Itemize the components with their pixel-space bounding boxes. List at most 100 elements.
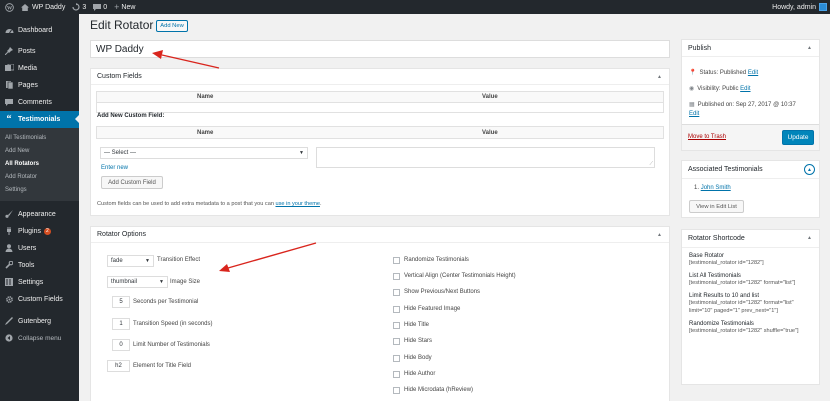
transition-speed-input[interactable]: 1 <box>112 318 130 330</box>
title-element-label: Element for Title Field <box>133 363 192 369</box>
edit-date-link[interactable]: Edit <box>689 111 699 117</box>
hide-featured-image-label: Hide Featured Image <box>404 306 461 312</box>
edit-status-link[interactable]: Edit <box>748 70 758 76</box>
sidebar-item-custom-fields[interactable]: Custom Fields <box>0 291 79 307</box>
shortcode-block: Limit Results to 10 and list [testimonia… <box>689 293 794 314</box>
hide-featured-image-checkbox[interactable] <box>393 306 400 313</box>
plugins-update-badge: 2 <box>43 227 51 235</box>
shortcode-header[interactable]: Rotator Shortcode ▲ <box>682 230 819 248</box>
resize-handle-icon: ⟋ <box>649 161 653 167</box>
comment-icon <box>0 98 18 106</box>
admin-sidebar: Dashboard Posts Media Pages Comments “ T… <box>0 14 79 401</box>
submenu-add-rotator[interactable]: Add Rotator <box>0 170 79 183</box>
hide-microdata-label: Hide Microdata (hReview) <box>404 387 474 393</box>
brush-icon <box>0 210 18 218</box>
show-prev-next-checkbox[interactable] <box>393 289 400 296</box>
toggle-circle-icon[interactable]: ▲ <box>804 164 815 175</box>
pin-icon: 📍 <box>689 70 697 76</box>
add-new-button[interactable]: Add New <box>156 20 188 32</box>
avatar <box>819 3 827 11</box>
enter-new-link[interactable]: Enter new <box>101 165 128 171</box>
submenu-add-new[interactable]: Add New <box>0 144 79 157</box>
comments-link[interactable]: 0 <box>93 3 107 11</box>
vertical-align-checkbox[interactable] <box>393 273 400 280</box>
wordpress-logo-icon[interactable]: W <box>5 2 14 12</box>
hide-microdata-checkbox[interactable] <box>393 387 400 394</box>
sidebar-item-posts[interactable]: Posts <box>0 43 79 59</box>
updates-link[interactable]: 3 <box>72 3 86 11</box>
collapse-caret-icon[interactable]: ▲ <box>807 45 812 51</box>
transition-speed-label: Transition Speed (in seconds) <box>133 321 213 327</box>
seconds-label: Seconds per Testimonial <box>133 299 199 305</box>
sidebar-item-users[interactable]: Users <box>0 240 79 256</box>
wrench-icon <box>0 261 18 269</box>
new-content-link[interactable]: + New <box>114 2 135 12</box>
submenu-settings[interactable]: Settings <box>0 183 79 196</box>
hide-author-checkbox[interactable] <box>393 371 400 378</box>
hide-stars-label: Hide Stars <box>404 338 433 344</box>
associated-header[interactable]: Associated Testimonials ▲ <box>682 161 819 179</box>
use-in-theme-link[interactable]: use in your theme <box>276 201 320 207</box>
update-button[interactable]: Update <box>782 130 814 145</box>
hide-body-checkbox[interactable] <box>393 355 400 362</box>
custom-field-value-textarea[interactable]: ⟋ <box>316 147 655 168</box>
hide-title-label: Hide Title <box>404 322 430 328</box>
custom-fields-header[interactable]: Custom Fields ▲ <box>91 69 669 85</box>
randomize-checkbox[interactable] <box>393 257 400 264</box>
account-menu[interactable]: Howdy, admin <box>772 3 827 11</box>
sidebar-item-appearance[interactable]: Appearance <box>0 206 79 222</box>
sidebar-item-gutenberg[interactable]: Gutenberg <box>0 313 79 329</box>
edit-visibility-link[interactable]: Edit <box>740 86 750 92</box>
settings-icon <box>0 278 18 286</box>
shortcode-block: Base Rotator [testimonial_rotator id="12… <box>689 253 764 266</box>
sidebar-item-media[interactable]: Media <box>0 60 79 76</box>
submenu-all-rotators[interactable]: All Rotators <box>0 157 79 170</box>
collapse-caret-icon[interactable]: ▲ <box>657 232 662 238</box>
eye-icon: ◉ <box>689 86 695 92</box>
post-title-input[interactable]: WP Daddy <box>90 40 670 58</box>
sidebar-item-comments[interactable]: Comments <box>0 94 79 110</box>
collapse-menu-button[interactable]: Collapse menu <box>0 330 79 346</box>
collapse-caret-icon[interactable]: ▲ <box>657 74 662 80</box>
publish-box: Publish ▲ 📍 Status: Published Edit ◉ Visib… <box>681 39 820 151</box>
view-in-edit-list-button[interactable]: View in Edit List <box>689 200 744 213</box>
site-name-link[interactable]: WP Daddy <box>21 3 65 11</box>
custom-field-name-select[interactable]: — Select — ▼ <box>100 147 308 159</box>
vertical-align-label: Vertical Align (Center Testimonials Heig… <box>404 273 516 279</box>
submenu-all-testimonials[interactable]: All Testimonials <box>0 131 79 144</box>
add-new-field-label: Add New Custom Field: <box>97 113 165 119</box>
transition-effect-label: Transition Effect <box>157 257 201 263</box>
limit-input[interactable]: 0 <box>112 339 130 351</box>
add-custom-field-button[interactable]: Add Custom Field <box>101 176 163 189</box>
image-size-select[interactable]: thumbnail ▼ <box>107 276 168 288</box>
hide-author-label: Hide Author <box>404 371 436 377</box>
hide-stars-checkbox[interactable] <box>393 338 400 345</box>
sidebar-item-plugins[interactable]: Plugins 2 <box>0 223 79 239</box>
sidebar-item-tools[interactable]: Tools <box>0 257 79 273</box>
john-smith-link[interactable]: John Smith <box>701 185 731 191</box>
show-prev-next-label: Show Previous/Next Buttons <box>404 289 481 295</box>
status-row: 📍 Status: Published Edit <box>689 70 759 76</box>
sidebar-item-pages[interactable]: Pages <box>0 77 79 93</box>
comment-bubble-icon <box>93 3 102 11</box>
sidebar-item-testimonials[interactable]: “ Testimonials <box>0 111 79 128</box>
gear-icon <box>0 295 18 304</box>
seconds-input[interactable]: 5 <box>112 296 130 308</box>
move-to-trash-link[interactable]: Move to Trash <box>688 134 726 140</box>
chevron-down-icon: ▼ <box>159 279 164 285</box>
sidebar-item-dashboard[interactable]: Dashboard <box>0 22 79 38</box>
sidebar-item-settings[interactable]: Settings <box>0 274 79 290</box>
chevron-down-icon: ▼ <box>299 150 304 156</box>
publish-header[interactable]: Publish ▲ <box>682 40 819 57</box>
hide-title-checkbox[interactable] <box>393 322 400 329</box>
hide-body-label: Hide Body <box>404 355 432 361</box>
shortcode-block: List All Testimonials [testimonial_rotat… <box>689 273 796 286</box>
media-icon <box>0 64 18 72</box>
title-element-input[interactable]: h2 <box>107 360 130 372</box>
dashboard-icon <box>0 26 18 34</box>
transition-effect-select[interactable]: fade ▼ <box>107 255 154 267</box>
rotator-options-header[interactable]: Rotator Options ▲ <box>91 227 669 243</box>
pages-icon <box>0 81 18 89</box>
collapse-caret-icon[interactable]: ▲ <box>807 235 812 241</box>
pen-icon <box>0 317 18 325</box>
